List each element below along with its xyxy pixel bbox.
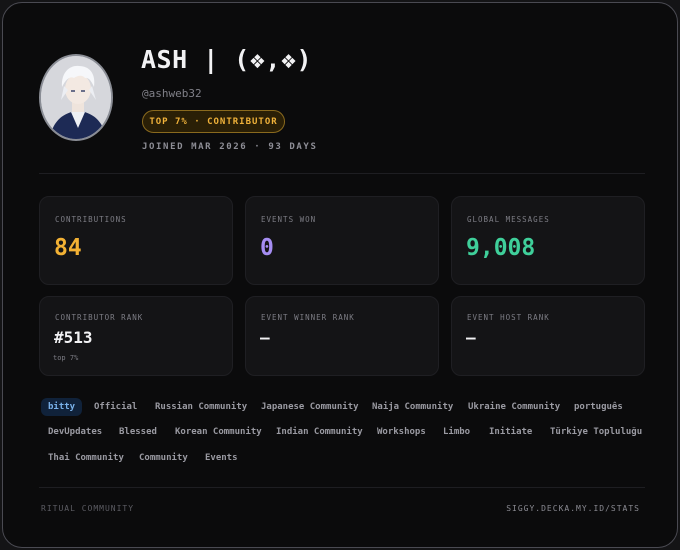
rank-contributor: CONTRIBUTOR RANK #513 top 7% (39, 296, 233, 376)
rank-label: EVENT HOST RANK (467, 313, 550, 322)
profile-stats-card: ASH | (❖,❖) @ashweb32 TOP 7% · CONTRIBUT… (2, 2, 678, 548)
tag-naija-community[interactable]: Naija Community (365, 398, 460, 416)
tag-turkiye-toplulugu[interactable]: Türkiye Topluluğu (543, 423, 649, 441)
tag-initiate[interactable]: Initiate (482, 423, 539, 441)
footer-divider (39, 487, 645, 488)
joined-date: JOINED MAR 2026 · 93 DAYS (142, 142, 318, 152)
rank-label: CONTRIBUTOR RANK (55, 313, 144, 322)
tag-official[interactable]: Official (87, 398, 144, 416)
footer-url[interactable]: SIGGY.DECKA.MY.ID/STATS (506, 504, 640, 513)
stat-global-messages: GLOBAL MESSAGES 9,008 (451, 196, 645, 285)
contributor-badge: TOP 7% · CONTRIBUTOR (142, 110, 285, 133)
rank-value: #513 (54, 328, 93, 347)
avatar-illustration (41, 56, 111, 139)
tag-devupdates[interactable]: DevUpdates (41, 423, 109, 441)
stat-events-won: EVENTS WON 0 (245, 196, 439, 285)
tag-ukraine-community[interactable]: Ukraine Community (461, 398, 567, 416)
stat-value: 9,008 (466, 235, 536, 261)
tag-events[interactable]: Events (198, 449, 245, 467)
tag-indian-community[interactable]: Indian Community (269, 423, 370, 441)
stat-label: CONTRIBUTIONS (55, 215, 127, 224)
footer-brand: RITUAL COMMUNITY (41, 504, 135, 513)
tag-blessed[interactable]: Blessed (112, 423, 164, 441)
profile-name: ASH | (❖,❖) (141, 45, 313, 74)
avatar (39, 54, 113, 141)
tag-limbo[interactable]: Limbo (436, 423, 477, 441)
stat-label: EVENTS WON (261, 215, 317, 224)
tag-community[interactable]: Community (132, 449, 195, 467)
tag-korean-community[interactable]: Korean Community (168, 423, 269, 441)
rank-label: EVENT WINNER RANK (261, 313, 355, 322)
tag-portugues[interactable]: português (567, 398, 630, 416)
stat-label: GLOBAL MESSAGES (467, 215, 550, 224)
profile-handle: @ashweb32 (142, 87, 202, 100)
tag-russian-community[interactable]: Russian Community (148, 398, 254, 416)
tag-japanese-community[interactable]: Japanese Community (254, 398, 366, 416)
stat-contributions: CONTRIBUTIONS 84 (39, 196, 233, 285)
tag-thai-community[interactable]: Thai Community (41, 449, 131, 467)
rank-value: — (466, 328, 476, 347)
stat-value: 84 (54, 235, 82, 261)
tag-bitty[interactable]: bitty (41, 398, 83, 416)
header-divider (39, 173, 645, 174)
rank-event-host: EVENT HOST RANK — (451, 296, 645, 376)
tag-workshops[interactable]: Workshops (370, 423, 433, 441)
rank-sub: top 7% (53, 354, 79, 362)
rank-value: — (260, 328, 270, 347)
stat-value: 0 (260, 235, 274, 261)
rank-event-winner: EVENT WINNER RANK — (245, 296, 439, 376)
